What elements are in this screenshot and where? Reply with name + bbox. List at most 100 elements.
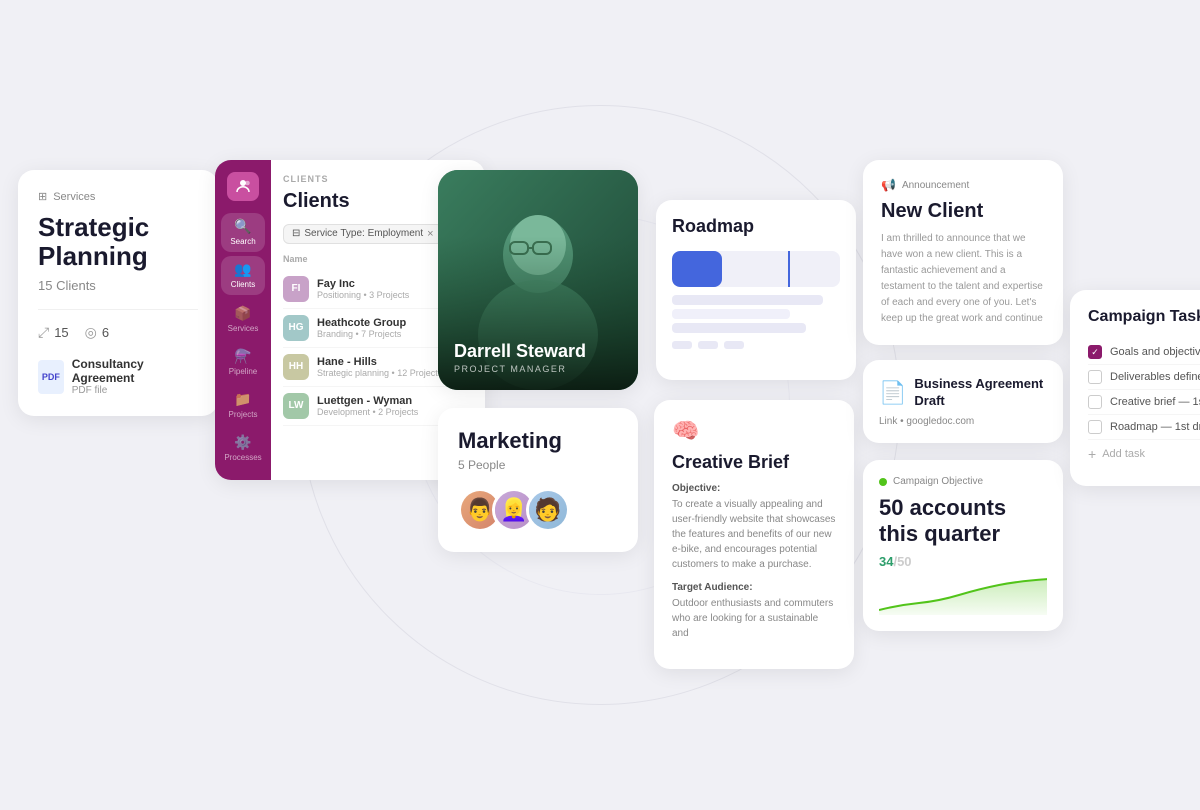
announcement-text: I am thrilled to announce that we have w…	[881, 231, 1045, 327]
campaign-chart	[879, 575, 1047, 615]
client-name: Luettgen - Wyman	[317, 395, 418, 407]
stat-share: ⤢ 15	[38, 324, 69, 341]
brain-icon: 🧠	[672, 418, 836, 444]
roadmap-row	[672, 295, 823, 305]
search-icon: 🔍	[234, 218, 251, 235]
services-icon: 📦	[234, 305, 251, 322]
avatar-group: 👨 👱‍♀️ 🧑	[458, 488, 618, 532]
brief-title: Creative Brief	[672, 452, 836, 473]
tasks-title: Campaign Tasks	[1088, 308, 1200, 326]
plus-icon: +	[1088, 446, 1096, 462]
task-label: Roadmap — 1st draft fo	[1110, 421, 1200, 433]
roadmap-dot	[672, 341, 692, 349]
doc-icon: 📄	[879, 380, 906, 406]
client-info: Fay Inc Positioning • 3 Projects	[317, 278, 409, 300]
client-name: Hane - Hills	[317, 356, 442, 368]
marketing-title: Marketing	[458, 428, 618, 454]
roadmap-dot	[724, 341, 744, 349]
pipeline-icon: ⚗️	[234, 348, 251, 365]
client-info: Luettgen - Wyman Development • 2 Project…	[317, 395, 418, 417]
objective-text: To create a visually appealing and user-…	[672, 497, 836, 572]
creative-brief-card: 🧠 Creative Brief Objective: To create a …	[654, 400, 854, 669]
client-info: Hane - Hills Strategic planning • 12 Pro…	[317, 356, 442, 378]
filter-close-icon[interactable]: ×	[427, 228, 433, 240]
sidebar-logo[interactable]	[227, 172, 259, 201]
profile-role: PROJECT MANAGER	[454, 364, 622, 374]
marketing-sub: 5 People	[458, 458, 618, 472]
share-icon: ⤢	[38, 324, 49, 341]
pdf-section[interactable]: PDF Consultancy Agreement PDF file	[38, 357, 198, 396]
task-item[interactable]: Goals and objectives	[1088, 340, 1200, 365]
sidebar-item-search[interactable]: 🔍 Search	[221, 213, 265, 252]
task-checkbox[interactable]	[1088, 370, 1102, 384]
client-name: Fay Inc	[317, 278, 409, 290]
add-task-button[interactable]: + Add task	[1088, 440, 1200, 468]
roadmap-bar-fill	[672, 251, 722, 287]
task-checkbox[interactable]	[1088, 395, 1102, 409]
roadmap-card: Roadmap	[656, 200, 856, 380]
grid-icon: ⊞	[38, 190, 47, 203]
task-checkbox[interactable]	[1088, 420, 1102, 434]
eye-icon: ◎	[85, 324, 97, 341]
pdf-title: Consultancy Agreement	[72, 357, 198, 385]
avatar: HG	[283, 315, 309, 341]
filter-tag[interactable]: ⊟ Service Type: Employment ×	[283, 224, 443, 244]
profile-name: Darrell Steward	[454, 341, 622, 362]
projects-icon: 📁	[234, 391, 251, 408]
doc-card[interactable]: 📄 Business Agreement Draft Link • google…	[863, 360, 1063, 443]
client-sub: Branding • 7 Projects	[317, 329, 406, 339]
roadmap-bar	[672, 251, 840, 287]
service-label: ⊞ Services	[38, 190, 198, 203]
objective-label: Objective:	[672, 483, 836, 494]
stat-view: ◎ 6	[85, 324, 109, 341]
task-label: Creative brief — 1st draft	[1110, 396, 1200, 408]
profile-info: Darrell Steward PROJECT MANAGER	[438, 325, 638, 390]
roadmap-title: Roadmap	[672, 216, 840, 237]
announcement-card: 📢 Announcement New Client I am thrilled …	[863, 160, 1063, 345]
strategic-title: Strategic Planning	[38, 213, 198, 270]
client-sub: Development • 2 Projects	[317, 407, 418, 417]
task-label: Deliverables defined	[1110, 371, 1200, 383]
target-text: Outdoor enthusiasts and commuters who ar…	[672, 596, 836, 641]
processes-icon: ⚙️	[234, 434, 251, 451]
profile-card: Darrell Steward PROJECT MANAGER	[438, 170, 638, 390]
sidebar-item-services[interactable]: 📦 Services	[221, 299, 265, 338]
task-checkbox[interactable]	[1088, 345, 1102, 359]
campaign-title: 50 accounts this quarter	[879, 495, 1047, 548]
campaign-current: 34	[879, 554, 893, 569]
add-task-label: Add task	[1102, 448, 1145, 460]
campaign-total: /50	[893, 554, 911, 569]
roadmap-line	[788, 251, 790, 287]
doc-header: 📄 Business Agreement Draft	[879, 376, 1047, 410]
roadmap-rows	[672, 295, 840, 333]
roadmap-row	[672, 309, 790, 319]
clients-icon: 👥	[234, 261, 251, 278]
tasks-card: Campaign Tasks Goals and objectives Deli…	[1070, 290, 1200, 486]
sidebar-item-pipeline[interactable]: ⚗️ Pipeline	[221, 342, 265, 381]
task-item[interactable]: Roadmap — 1st draft fo	[1088, 415, 1200, 440]
announcement-header: 📢 Announcement	[881, 178, 1045, 192]
campaign-card: Campaign Objective 50 accounts this quar…	[863, 460, 1063, 631]
divider	[38, 309, 198, 310]
sidebar-item-processes[interactable]: ⚙️ Processes	[221, 429, 265, 468]
sidebar-item-clients[interactable]: 👥 Clients	[221, 256, 265, 295]
announcement-title: New Client	[881, 200, 1045, 223]
avatar: HH	[283, 354, 309, 380]
roadmap-dot	[698, 341, 718, 349]
campaign-header: Campaign Objective	[879, 476, 1047, 487]
stats-row: ⤢ 15 ◎ 6	[38, 324, 198, 341]
task-item[interactable]: Deliverables defined	[1088, 365, 1200, 390]
sidebar-item-projects[interactable]: 📁 Projects	[221, 386, 265, 425]
roadmap-dots	[672, 341, 840, 349]
campaign-label: Campaign Objective	[893, 476, 983, 487]
filter-icon: ⊟	[292, 228, 300, 239]
doc-title: Business Agreement Draft	[914, 376, 1047, 410]
task-item[interactable]: Creative brief — 1st draft	[1088, 390, 1200, 415]
task-label: Goals and objectives	[1110, 346, 1200, 358]
pdf-icon: PDF	[38, 360, 64, 394]
avatar: FI	[283, 276, 309, 302]
avatar: 🧑	[526, 488, 570, 532]
target-label: Target Audience:	[672, 582, 836, 593]
roadmap-row	[672, 323, 806, 333]
marketing-card: Marketing 5 People 👨 👱‍♀️ 🧑	[438, 408, 638, 552]
